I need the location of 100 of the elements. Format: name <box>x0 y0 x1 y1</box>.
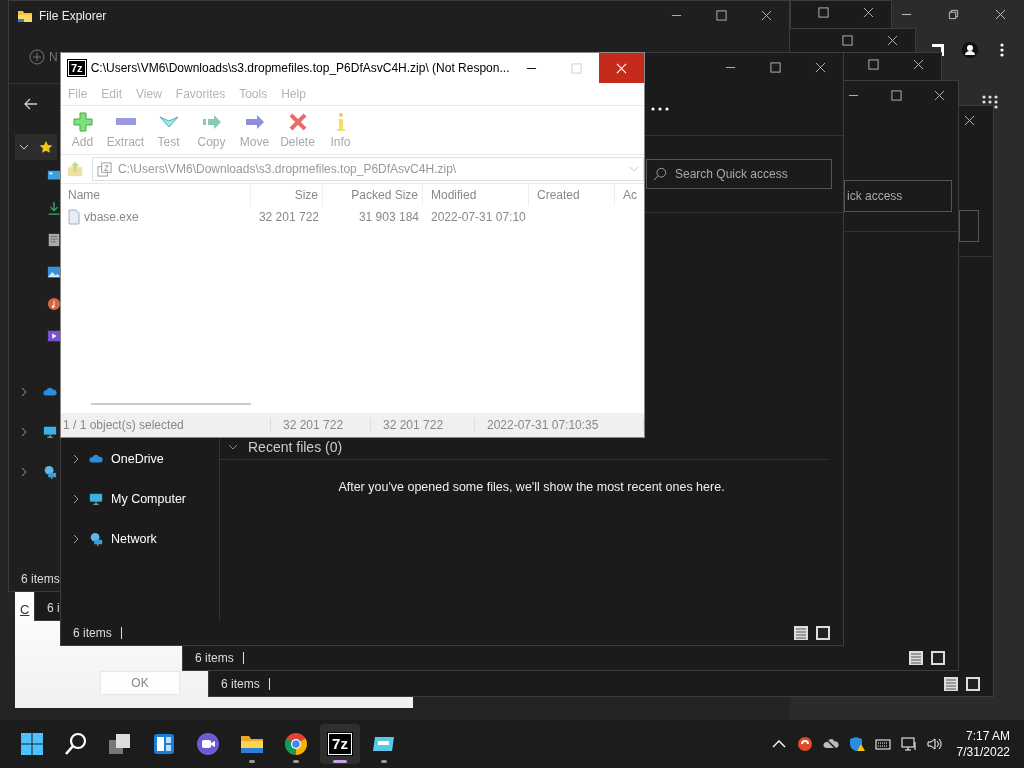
back-arrow-icon[interactable] <box>23 96 39 112</box>
chevron-right-icon[interactable] <box>19 387 29 397</box>
clock[interactable]: 7:17 AM 7/31/2022 <box>956 728 1010 760</box>
search-icon <box>64 732 88 756</box>
chevron-right-icon[interactable] <box>19 467 29 477</box>
time-text: 7:17 AM <box>965 728 1010 744</box>
dialog-link[interactable]: C <box>20 602 30 617</box>
chevron-right-icon <box>71 454 81 464</box>
star-icon <box>39 140 53 154</box>
window-title: File Explorer <box>39 9 108 23</box>
close-icon[interactable] <box>761 10 772 21</box>
search-field[interactable]: Search Quick access <box>646 159 832 189</box>
maximize-icon[interactable] <box>842 35 853 46</box>
document-icon[interactable] <box>47 233 61 247</box>
cloud-icon[interactable] <box>43 385 57 399</box>
maximize-icon[interactable] <box>770 62 781 73</box>
details-view-icon[interactable] <box>793 625 809 641</box>
close-icon[interactable] <box>815 62 826 73</box>
chevron-down-icon[interactable] <box>19 142 29 152</box>
close-icon[interactable] <box>913 59 924 70</box>
column-header[interactable]: Modified <box>423 184 529 206</box>
more-icon[interactable] <box>651 107 669 111</box>
folder-icon <box>17 8 33 24</box>
network-icon <box>89 532 103 546</box>
section-header[interactable]: Recent files (0) <box>220 439 829 460</box>
column-header[interactable]: Name <box>63 184 251 206</box>
empty-message: After you've opened some files, we'll show the most recent ones here. <box>337 480 726 494</box>
monitor-icon[interactable] <box>43 425 57 439</box>
close-icon[interactable] <box>887 35 898 46</box>
tiles-view-icon[interactable] <box>815 625 831 641</box>
tiles-view-icon[interactable] <box>930 650 946 666</box>
restore-icon[interactable] <box>948 9 959 20</box>
chevron-right-icon[interactable] <box>19 427 29 437</box>
close-icon[interactable] <box>863 7 874 18</box>
minus-icon <box>115 117 136 125</box>
nav-item[interactable]: Network <box>61 519 219 559</box>
search-field[interactable]: ick access <box>844 180 952 212</box>
video-icon[interactable] <box>47 329 61 343</box>
table-cell[interactable]: vbase.exe <box>63 209 251 225</box>
profile-icon[interactable] <box>962 42 978 58</box>
video-chat-icon <box>196 732 220 756</box>
keyboard-icon[interactable] <box>874 736 891 752</box>
task-view-icon <box>108 732 132 756</box>
app-logo: 7z <box>328 733 352 755</box>
close-icon[interactable] <box>934 90 945 101</box>
details-view-icon[interactable] <box>908 650 924 666</box>
status-text: 32 201 722 <box>271 418 371 432</box>
table-cell-text: 2022-07-31 07:10 <box>430 210 527 224</box>
address-field[interactable]: C:\Users\VM6\Downloads\s3.dropmefiles.top_P6DfAsvC4H.zip\ <box>92 157 644 181</box>
column-header[interactable]: Created <box>529 184 615 206</box>
archiver-taskbar-button[interactable]: 7z <box>320 724 360 764</box>
text-cursor <box>242 652 244 664</box>
ok-button[interactable]: OK <box>100 671 180 695</box>
picture-icon[interactable] <box>47 265 61 279</box>
maximize-icon <box>571 62 583 74</box>
table-cell-text: 31 903 184 <box>357 210 420 224</box>
network-icon[interactable] <box>43 465 57 479</box>
text-cursor <box>268 678 270 690</box>
widgets-icon <box>152 732 176 756</box>
column-header[interactable]: Ac <box>615 184 644 206</box>
network-icon[interactable] <box>900 736 917 752</box>
new-button[interactable]: N <box>49 50 58 64</box>
status-text: 32 201 722 <box>371 418 475 432</box>
cleaner-icon[interactable] <box>796 736 813 752</box>
text-cursor <box>120 627 122 639</box>
table-cell-text: 32 201 722 <box>257 210 320 224</box>
new-icon[interactable] <box>29 49 45 65</box>
search-field[interactable] <box>959 210 979 242</box>
maximize-icon[interactable] <box>818 7 829 18</box>
item-count: 6 items <box>21 572 60 586</box>
item-count: 6 i <box>47 601 60 615</box>
details-view-icon[interactable] <box>943 676 959 692</box>
column-header[interactable]: Packed Size <box>323 184 423 206</box>
download-icon[interactable] <box>47 201 61 215</box>
scrollbar[interactable] <box>91 403 251 405</box>
desktop-icon[interactable] <box>47 169 61 183</box>
close-icon[interactable] <box>964 115 975 126</box>
volume-icon[interactable] <box>926 736 943 752</box>
item-count: 6 items <box>221 677 260 691</box>
nav-item[interactable]: My Computer <box>61 479 219 519</box>
maximize-icon[interactable] <box>868 59 879 70</box>
chevron-right-icon <box>71 494 81 504</box>
delete-icon <box>287 111 308 132</box>
status-text: 1 / 1 object(s) selected <box>61 418 271 432</box>
quick-access-item[interactable] <box>15 134 57 160</box>
maximize-icon[interactable] <box>716 10 727 21</box>
nav-item[interactable]: OneDrive <box>61 439 219 479</box>
search-icon <box>653 167 667 181</box>
music-icon[interactable] <box>47 297 61 311</box>
column-header[interactable]: Size <box>251 184 323 206</box>
tiles-view-icon[interactable] <box>965 676 981 692</box>
status-text: 2022-07-31 07:10:35 <box>475 418 644 432</box>
app-logo: 7z <box>68 60 86 76</box>
shield-warning-icon[interactable] <box>848 736 865 752</box>
maximize-icon[interactable] <box>891 90 902 101</box>
date-text: 7/31/2022 <box>956 744 1010 760</box>
item-count: 6 items <box>73 626 112 640</box>
archive-icon <box>97 161 112 177</box>
close-icon[interactable] <box>995 9 1006 20</box>
close-icon <box>616 62 628 74</box>
